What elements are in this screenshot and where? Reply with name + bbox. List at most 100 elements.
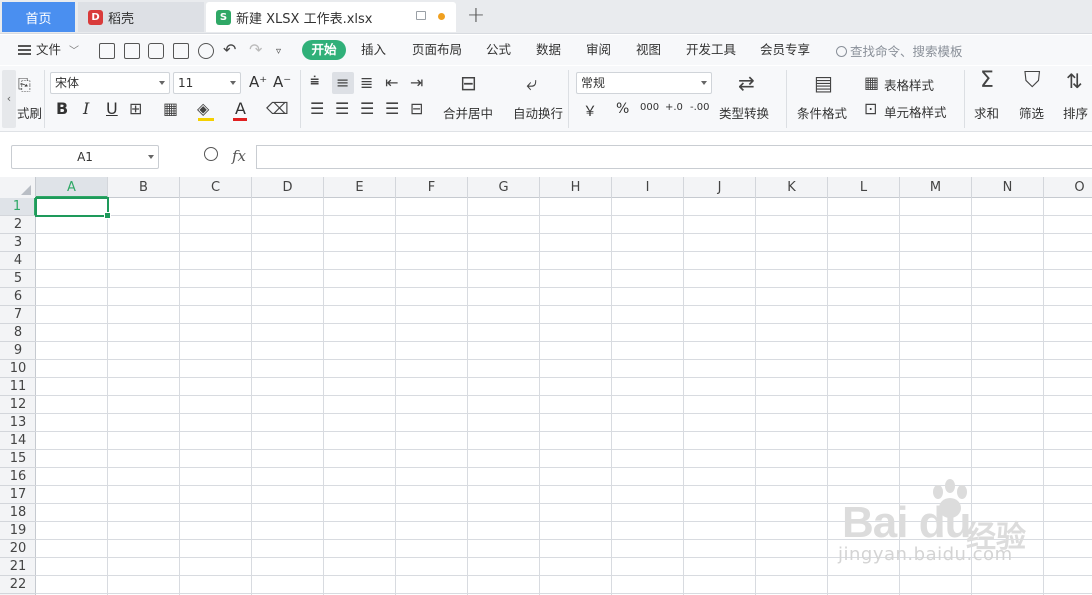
column-header[interactable]: I <box>612 177 684 198</box>
row-header[interactable]: 10 <box>0 360 36 378</box>
row-header[interactable]: 11 <box>0 378 36 396</box>
type-convert-icon[interactable]: ⇄ <box>738 73 755 93</box>
column-header[interactable]: G <box>468 177 540 198</box>
row-header[interactable]: 1 <box>0 198 36 216</box>
select-all-button[interactable] <box>0 177 36 198</box>
column-header[interactable]: K <box>756 177 828 198</box>
row-header[interactable]: 20 <box>0 540 36 558</box>
column-header[interactable]: B <box>108 177 180 198</box>
merge-center-icon[interactable]: ⊟ <box>460 73 477 93</box>
grow-font-button[interactable]: A⁺ <box>249 73 267 91</box>
ribbon-tab-view[interactable]: 视图 <box>636 41 661 59</box>
insert-function-button[interactable]: fx <box>232 147 246 165</box>
row-header[interactable]: 7 <box>0 306 36 324</box>
tab-daoke[interactable]: D 稻壳 <box>78 2 204 32</box>
cell-shading-icon[interactable]: ▦ <box>163 100 178 118</box>
tab-document[interactable]: S 新建 XLSX 工作表.xlsx <box>206 2 456 32</box>
row-header[interactable]: 6 <box>0 288 36 306</box>
row-header[interactable]: 15 <box>0 450 36 468</box>
ribbon-tab-insert[interactable]: 插入 <box>361 41 386 59</box>
font-size-select[interactable]: 11 <box>173 72 241 94</box>
column-header[interactable]: J <box>684 177 756 198</box>
new-tab-button[interactable]: + <box>466 4 486 30</box>
type-convert-button[interactable]: 类型转换 <box>719 103 769 122</box>
row-header[interactable]: 18 <box>0 504 36 522</box>
row-header[interactable]: 22 <box>0 576 36 594</box>
fill-color-icon[interactable]: ◈ <box>197 100 209 118</box>
auto-wrap-icon[interactable]: ⤶ <box>526 73 537 93</box>
borders-icon[interactable]: ⊞ <box>129 100 142 118</box>
align-left-icon[interactable]: ☰ <box>310 100 324 118</box>
row-header[interactable]: 14 <box>0 432 36 450</box>
column-header[interactable]: M <box>900 177 972 198</box>
clear-format-icon[interactable]: ⌫ <box>266 100 289 118</box>
font-color-button[interactable]: A <box>235 99 246 118</box>
table-style-button[interactable]: 表格样式 <box>884 75 934 94</box>
formula-input[interactable] <box>256 145 1092 169</box>
ribbon-scroll-left-button[interactable]: ‹ <box>2 70 16 128</box>
redo-icon[interactable]: ↷ <box>249 41 262 59</box>
bold-button[interactable]: B <box>56 99 68 118</box>
row-header[interactable]: 4 <box>0 252 36 270</box>
justify-icon[interactable]: ☰ <box>385 100 399 118</box>
column-header[interactable]: L <box>828 177 900 198</box>
increase-indent-icon[interactable]: ⇥ <box>410 74 423 92</box>
sort-button[interactable]: 排序 <box>1063 103 1088 122</box>
quick-access-more-icon[interactable]: ▿ <box>276 43 281 61</box>
row-header[interactable]: 3 <box>0 234 36 252</box>
row-header[interactable]: 21 <box>0 558 36 576</box>
filter-button[interactable]: 筛选 <box>1019 103 1044 122</box>
row-header[interactable]: 9 <box>0 342 36 360</box>
thousands-button[interactable]: 000 <box>640 102 659 113</box>
table-style-icon[interactable]: ▦ <box>864 74 879 92</box>
format-painter-icon[interactable]: ⎘ <box>18 76 31 94</box>
name-box[interactable]: A1 <box>11 145 159 169</box>
merge-center-button[interactable]: 合并居中 <box>443 103 493 122</box>
align-right-icon[interactable]: ☰ <box>360 100 374 118</box>
cell-style-button[interactable]: 单元格样式 <box>884 102 947 121</box>
conditional-format-icon[interactable]: ▤ <box>814 73 833 93</box>
monitor-icon[interactable] <box>416 11 426 20</box>
active-cell[interactable] <box>35 197 111 219</box>
align-top-icon[interactable]: ⩧ <box>310 72 319 90</box>
export-pdf-icon[interactable] <box>124 43 140 59</box>
print-preview-icon[interactable] <box>173 43 189 59</box>
percent-button[interactable]: % <box>616 101 629 117</box>
column-header[interactable]: F <box>396 177 468 198</box>
zoom-icon[interactable] <box>204 147 218 161</box>
number-format-select[interactable]: 常规 <box>576 72 712 94</box>
decrease-indent-icon[interactable]: ⇤ <box>385 74 398 92</box>
ribbon-tab-formulas[interactable]: 公式 <box>486 41 511 59</box>
column-header[interactable]: O <box>1044 177 1092 198</box>
sum-icon[interactable]: Σ <box>980 70 994 92</box>
row-header[interactable]: 13 <box>0 414 36 432</box>
sum-button[interactable]: 求和 <box>974 103 999 122</box>
decrease-decimal-button[interactable]: -.00 <box>690 102 710 113</box>
cell-style-icon[interactable]: ⊡ <box>864 100 877 118</box>
increase-decimal-button[interactable]: +.0 <box>665 102 683 113</box>
ribbon-tab-review[interactable]: 审阅 <box>586 41 611 59</box>
row-header[interactable]: 17 <box>0 486 36 504</box>
print-icon[interactable] <box>148 43 164 59</box>
conditional-format-button[interactable]: 条件格式 <box>797 103 847 122</box>
tab-home[interactable]: 首页 <box>2 2 75 32</box>
currency-button[interactable]: ￥ <box>583 101 597 121</box>
font-name-select[interactable]: 宋体 <box>50 72 170 94</box>
column-header[interactable]: D <box>252 177 324 198</box>
italic-button[interactable]: I <box>83 99 89 118</box>
row-header[interactable]: 16 <box>0 468 36 486</box>
distributed-align-icon[interactable]: ⊟ <box>410 100 423 118</box>
shrink-font-button[interactable]: A⁻ <box>273 73 291 91</box>
format-painter-label[interactable]: 式刷 <box>17 103 42 122</box>
align-bottom-icon[interactable]: ≣ <box>360 74 373 92</box>
row-header[interactable]: 5 <box>0 270 36 288</box>
ribbon-tab-data[interactable]: 数据 <box>536 41 561 59</box>
auto-wrap-button[interactable]: 自动换行 <box>513 103 563 122</box>
align-center-icon[interactable]: ☰ <box>335 100 349 118</box>
menu-file[interactable]: 文件 ﹀ <box>18 41 79 59</box>
find-icon[interactable] <box>198 43 214 59</box>
column-header[interactable]: H <box>540 177 612 198</box>
column-header[interactable]: E <box>324 177 396 198</box>
row-header[interactable]: 8 <box>0 324 36 342</box>
save-icon[interactable] <box>99 43 115 59</box>
